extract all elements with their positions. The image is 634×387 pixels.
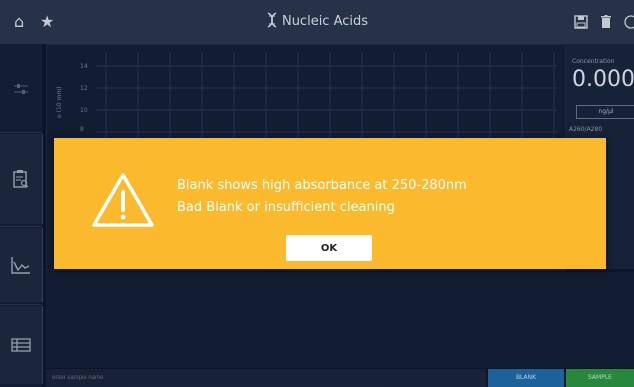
ok-button[interactable]: OK [286, 235, 372, 261]
alert-message-line1: Blank shows high absorbance at 250-280nm [177, 178, 467, 193]
warning-icon [92, 173, 154, 227]
alert-dialog: Blank shows high absorbance at 250-280nm… [54, 138, 606, 269]
alert-message-line2: Bad Blank or insufficient cleaning [177, 200, 395, 215]
